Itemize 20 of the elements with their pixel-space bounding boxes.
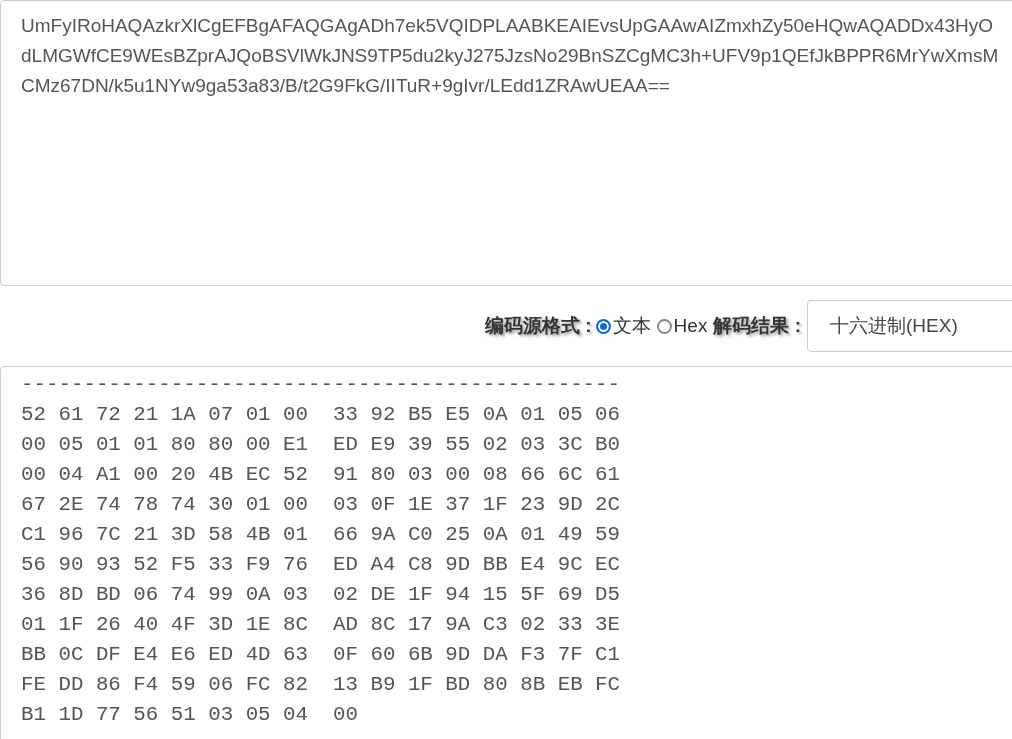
decode-result-label: 解码结果 : (713, 314, 801, 338)
input-field[interactable]: UmFyIRoHAQAzkrXlCgEFBgAFAQGAgADh7ek5VQIDPLAABKEAIEvsUpGAAwAIZmxhZy50eHQwAQADDx43HyOdLMGWfCE9WEsBZprAJQoBSVlWkJNS9TP5du2kyJ275JzsNo29BnSZCgMC3h+UFV9p1QEfJkBPPR6MrYwXmsMCMz67DN/k5u1NYw9ga53a83/B/t2G9FkG/IITuR+9gIvr/LEdd1ZRAwUEAA== (0, 0, 1012, 286)
radio-button[interactable] (656, 318, 672, 334)
hex-line: C1 96 7C 21 3D 58 4B 01 66 9A C0 25 0A 01 49 59 (21, 522, 622, 548)
hex-line: B1 1D 77 56 51 03 05 04 00 (21, 702, 359, 728)
hex-line: BB 0C DF E4 E6 ED 4D 63 0F 60 6B 9D DA F3 7F C1 (21, 642, 622, 668)
hex-line: 01 1F 26 40 4F 3D 1E 8C AD 8C 17 9A C3 02 33 3E (21, 612, 622, 638)
radio-button[interactable] (595, 318, 611, 334)
hex-line: FE DD 86 F4 59 06 FC 82 13 B9 1F BD 80 8B EB FC (21, 672, 622, 698)
format-option-label: 文本 (612, 314, 651, 338)
format-option-label: Hex (673, 315, 708, 337)
hex-line: 56 90 93 52 F5 33 F9 76 ED A4 C8 9D BB E4 9C EC (21, 552, 622, 578)
hex-line: 67 2E 74 78 74 30 01 00 03 0F 1E 37 1F 23 9D 2C (21, 492, 622, 518)
source-format-label: 编码源格式 : (485, 314, 592, 338)
hex-line: 52 61 72 21 1A 07 01 00 33 92 B5 E5 0A 01 05 06 (21, 402, 622, 428)
hex-line: 36 8D BD 06 74 99 0A 03 02 DE 1F 94 15 5F 69 D5 (21, 582, 622, 608)
hex-line: 00 04 A1 00 20 4B EC 52 91 80 03 00 08 66 6C 61 (21, 462, 622, 488)
hex-line: 00 05 01 01 80 80 00 E1 ED E9 39 55 02 03 3C B0 (21, 432, 622, 458)
hex-line: ------------------------------------------------ (21, 372, 622, 398)
result-format-select[interactable]: 十六进制(HEX) (807, 300, 1012, 352)
